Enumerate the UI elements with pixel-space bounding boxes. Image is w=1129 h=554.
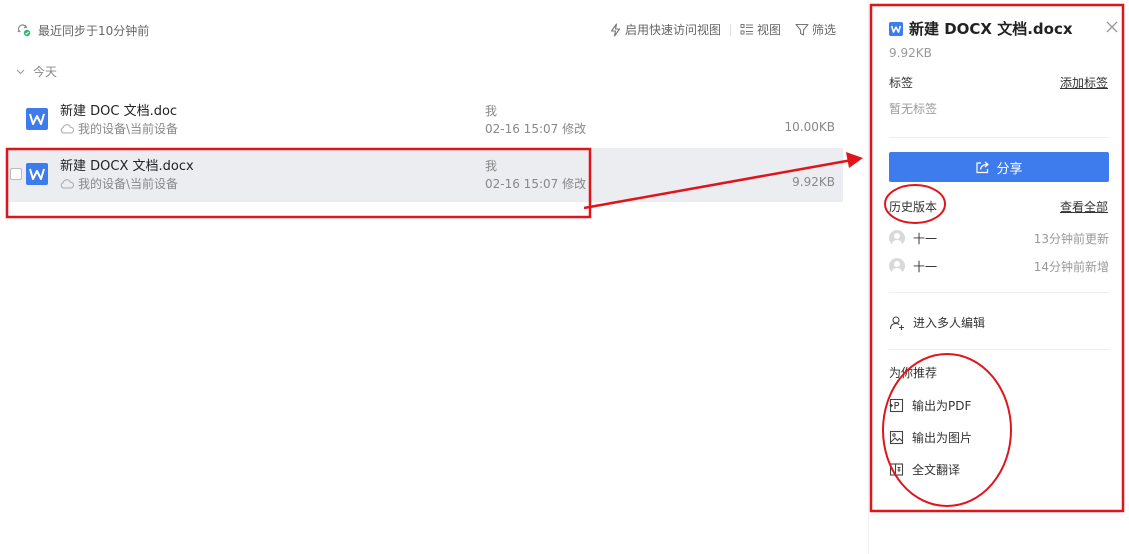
filter-button[interactable]: 筛选 — [795, 21, 836, 38]
file-modified: 02-16 15:07 修改 — [485, 122, 587, 136]
view-label: 视图 — [756, 23, 781, 37]
translate-button[interactable]: 全文翻译 — [889, 461, 960, 478]
sync-status-text: 最近同步于10分钟前 — [38, 23, 150, 38]
cloud-sync-icon — [17, 24, 31, 37]
export-pdf-button[interactable]: 输出为PDF — [889, 397, 971, 414]
version-time: 13分钟前更新 — [1033, 232, 1109, 246]
list-view-icon — [740, 24, 753, 35]
wps-writer-icon — [26, 163, 48, 185]
divider — [889, 292, 1109, 293]
sync-status: 最近同步于10分钟前 — [16, 21, 149, 39]
details-title: 新建 DOCX 文档.docx — [889, 18, 1073, 39]
file-path: 我的设备\当前设备 — [78, 177, 179, 191]
filter-icon — [795, 23, 809, 36]
quick-access-label: 启用快速访问视图 — [624, 23, 721, 37]
table-row[interactable]: 新建 DOCX 文档.docx 我的设备\当前设备 我 02-16 15:07 … — [8, 148, 843, 202]
app-root: 最近同步于10分钟前 启用快速访问视图 视图 筛选 今天 新建 DOC 文档.d… — [0, 0, 1129, 554]
file-owner: 我 — [485, 104, 498, 118]
version-user: 十一 — [913, 260, 938, 274]
details-pane: 新建 DOCX 文档.docx 9.92KB 标签 添加标签 暂无标签 分享 历… — [868, 0, 1129, 554]
file-name[interactable]: 新建 DOC 文档.doc — [60, 100, 177, 119]
version-item[interactable]: 十一 13分钟前更新 — [889, 229, 1109, 247]
file-size: 9.92KB — [792, 175, 835, 189]
divider — [889, 137, 1109, 138]
share-icon — [976, 161, 990, 174]
close-icon[interactable] — [1105, 20, 1119, 34]
share-button[interactable]: 分享 — [889, 152, 1109, 182]
history-label: 历史版本 — [889, 200, 938, 214]
list-header: 最近同步于10分钟前 启用快速访问视图 视图 筛选 — [0, 0, 850, 58]
file-name[interactable]: 新建 DOCX 文档.docx — [60, 155, 194, 174]
file-size: 10.00KB — [784, 120, 835, 134]
multi-edit-button[interactable]: 进入多人编辑 — [889, 314, 985, 331]
group-header-today[interactable]: 今天 — [16, 63, 57, 80]
no-tags-text: 暂无标签 — [889, 102, 938, 116]
avatar — [889, 230, 905, 246]
row-checkbox[interactable] — [10, 168, 22, 180]
list-toolbar: 启用快速访问视图 视图 筛选 — [609, 21, 836, 38]
add-tag-link[interactable]: 添加标签 — [1060, 74, 1108, 91]
export-image-button[interactable]: 输出为图片 — [889, 429, 972, 446]
file-modified: 02-16 15:07 修改 — [485, 177, 587, 191]
quick-access-button[interactable]: 启用快速访问视图 — [609, 21, 721, 38]
multi-edit-label: 进入多人编辑 — [913, 316, 986, 330]
cloud-icon — [60, 178, 74, 188]
details-file-size: 9.92KB — [889, 46, 932, 60]
file-location: 我的设备\当前设备 — [60, 175, 178, 192]
version-user: 十一 — [913, 232, 938, 246]
view-all-link[interactable]: 查看全部 — [1060, 198, 1108, 215]
wps-writer-icon — [889, 21, 903, 36]
group-label: 今天 — [33, 65, 58, 79]
view-button[interactable]: 视图 — [740, 21, 781, 38]
divider — [889, 349, 1109, 350]
translate-icon — [889, 463, 904, 476]
pdf-export-icon — [889, 398, 904, 413]
toolbar-divider — [729, 23, 731, 36]
file-location: 我的设备\当前设备 — [60, 120, 178, 137]
file-owner: 我 — [485, 159, 498, 173]
table-row[interactable]: 新建 DOC 文档.doc 我的设备\当前设备 我 02-16 15:07 修改… — [8, 93, 843, 147]
recommend-label: 为你推荐 — [889, 366, 938, 380]
avatar — [889, 258, 905, 274]
share-label: 分享 — [996, 161, 1023, 177]
filter-label: 筛选 — [811, 23, 836, 37]
export-image-label: 输出为图片 — [912, 431, 973, 445]
image-export-icon — [889, 430, 904, 445]
export-pdf-label: 输出为PDF — [912, 399, 972, 413]
version-time: 14分钟前新增 — [1033, 260, 1109, 274]
lightning-icon — [610, 22, 621, 37]
wps-writer-icon — [26, 108, 48, 130]
translate-label: 全文翻译 — [912, 463, 961, 477]
details-file-name: 新建 DOCX 文档.docx — [909, 20, 1073, 38]
chevron-down-icon — [16, 69, 25, 74]
add-user-icon — [889, 315, 904, 330]
version-item[interactable]: 十一 14分钟前新增 — [889, 257, 1109, 275]
tags-label: 标签 — [889, 76, 914, 90]
file-path: 我的设备\当前设备 — [78, 122, 179, 136]
cloud-icon — [60, 123, 74, 133]
